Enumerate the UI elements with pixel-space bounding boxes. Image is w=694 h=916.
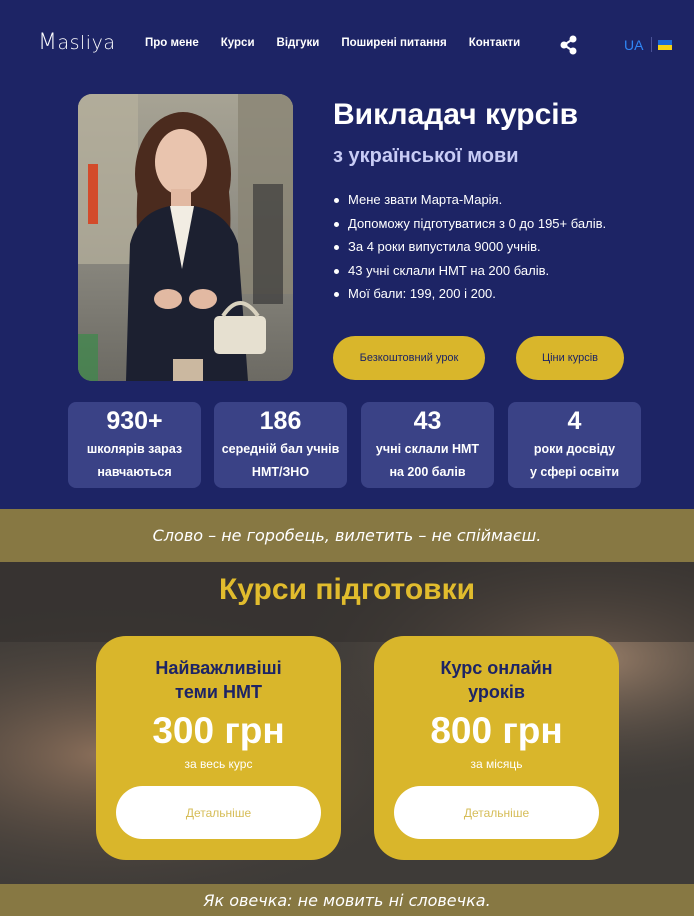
proverb-banner-bottom: Як овечка: не мовить ні словечка. (0, 884, 694, 916)
stat-card-experience: 4 роки досвіду у сфері освіти (508, 402, 641, 488)
bullet-item: Мої бали: 199, 200 і 200. (333, 285, 606, 309)
stat-value: 186 (259, 407, 302, 435)
hero-title: Викладач курсів (333, 98, 579, 131)
course-card-online: Курс онлайн уроків 800 грн за місяць Дет… (374, 636, 619, 860)
stat-label: учні склали НМТ на 200 балів (375, 442, 480, 479)
proverb-text: Слово – не горобець, вилетить – не спійм… (152, 526, 542, 545)
nav-courses[interactable]: Курси (221, 37, 255, 49)
proverb-banner: Слово – не горобець, вилетить – не спійм… (0, 509, 694, 562)
stat-card-students: 930+ школярів зараз навчаються (68, 402, 201, 488)
bullet-item: Мене звати Марта-Марія. (333, 191, 606, 215)
course-card-price: 800 грн (430, 710, 563, 751)
language-divider (651, 37, 652, 52)
proverb-text: Як овечка: не мовить ні словечка. (203, 890, 491, 910)
stat-value: 930+ (106, 407, 163, 435)
course-details-button[interactable]: Детальніше (116, 786, 321, 839)
teacher-photo (78, 94, 293, 381)
stat-label: середній бал учнів НМТ/ЗНО (221, 442, 340, 479)
stat-label: роки досвіду у сфері освіти (529, 442, 620, 479)
course-card-period: за місяць (470, 757, 523, 771)
course-card-title: Найважливіші теми НМТ (155, 658, 282, 702)
course-card-period: за весь курс (184, 757, 253, 771)
free-lesson-button[interactable]: Безкоштовний урок (333, 336, 485, 380)
stat-card-average-score: 186 середній бал учнів НМТ/ЗНО (214, 402, 347, 488)
course-card-price: 300 грн (152, 710, 285, 751)
courses-title: Курси підготовки (218, 573, 476, 606)
site-header: Masliya Про мене Курси Відгуки Поширені … (0, 0, 694, 88)
share-icon[interactable] (558, 34, 580, 56)
nav-reviews[interactable]: Відгуки (277, 37, 320, 49)
hero-subtitle: з української мови (333, 145, 519, 167)
site-logo[interactable]: Masliya (38, 30, 115, 55)
nav-contacts[interactable]: Контакти (469, 37, 520, 49)
course-card-title: Курс онлайн уроків (440, 658, 553, 702)
course-prices-button[interactable]: Ціни курсів (516, 336, 624, 380)
stat-value: 4 (567, 407, 582, 435)
main-nav: Про мене Курси Відгуки Поширені питання … (145, 37, 542, 49)
language-switcher[interactable]: UA (624, 37, 643, 53)
nav-about[interactable]: Про мене (145, 37, 199, 49)
stat-card-top-scorers: 43 учні склали НМТ на 200 балів (361, 402, 494, 488)
stat-value: 43 (413, 407, 442, 435)
bullet-item: За 4 роки випустила 9000 учнів. (333, 238, 606, 262)
ukraine-flag-icon[interactable] (658, 40, 672, 50)
course-details-button[interactable]: Детальніше (394, 786, 599, 839)
bullet-item: 43 учні склали НМТ на 200 балів. (333, 262, 606, 286)
nav-faq[interactable]: Поширені питання (341, 37, 446, 49)
stat-label: школярів зараз навчаються (86, 442, 183, 479)
bullet-item: Допоможу підготуватися з 0 до 195+ балів… (333, 215, 606, 239)
hero-bullet-list: Мене звати Марта-Марія. Допоможу підготу… (333, 191, 606, 309)
course-card-topics: Найважливіші теми НМТ 300 грн за весь ку… (96, 636, 341, 860)
